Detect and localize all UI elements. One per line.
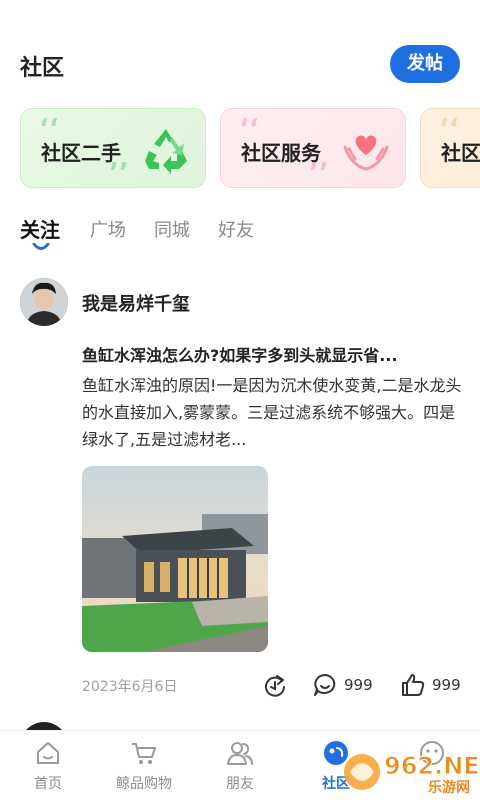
nav-label: 首页 — [34, 776, 62, 792]
quote-mark: ‘‘ — [239, 114, 259, 144]
card-label: 社区二手 — [41, 141, 121, 165]
post-author[interactable]: 我是易烊千玺 — [82, 290, 190, 316]
tab-friends[interactable]: 好友 — [218, 216, 254, 242]
avatar-image — [20, 278, 68, 326]
nav-label: 鲸品购物 — [116, 776, 172, 792]
share-button[interactable] — [262, 672, 288, 698]
house-photo — [82, 466, 268, 652]
nav-label: 朋友 — [226, 776, 254, 792]
avatar[interactable] — [20, 278, 68, 326]
tab-same-city[interactable]: 同城 — [154, 216, 190, 242]
post-button[interactable]: 发帖 — [390, 45, 460, 83]
quote-mark: ’’ — [309, 158, 329, 188]
friends-icon — [227, 742, 253, 765]
watermark-text: 962.NET — [384, 752, 480, 780]
quote-mark: ‘‘ — [39, 114, 59, 144]
card-second-hand[interactable]: ‘‘ ’’ 社区二手 — [20, 108, 206, 188]
recycle-icon — [145, 129, 187, 174]
tab-square[interactable]: 广场 — [90, 216, 126, 242]
watermark-sub: 乐游网 — [428, 779, 470, 796]
quote-mark: ’’ — [109, 158, 129, 188]
site-watermark: 962.NET 乐游网 — [344, 752, 480, 796]
card-community-service[interactable]: ‘‘ ’’ 社区服务 — [220, 108, 406, 188]
card-community-more[interactable]: ‘‘ 社区 — [420, 108, 480, 188]
nav-shopping[interactable]: 鲸品购物 — [96, 739, 192, 793]
tab-following[interactable]: 关注 — [20, 214, 60, 243]
nav-home[interactable]: 首页 — [0, 739, 96, 793]
comment-icon — [314, 674, 336, 696]
tab-indicator — [32, 243, 50, 250]
post-image[interactable] — [82, 466, 268, 652]
like-count: 999 — [432, 676, 461, 694]
card-label: 社区服务 — [241, 141, 321, 165]
share-icon — [265, 675, 285, 697]
comment-button[interactable]: 999 — [312, 672, 373, 698]
thumbs-up-icon — [402, 674, 425, 696]
card-label: 社区 — [441, 141, 480, 165]
like-button[interactable]: 999 — [400, 672, 461, 698]
nav-friends[interactable]: 朋友 — [192, 739, 288, 793]
category-cards: ‘‘ ’’ 社区二手 ‘‘ ’’ 社区服务 ‘‘ 社区 — [0, 108, 480, 190]
comment-count: 999 — [344, 676, 373, 694]
post-body: 鱼缸水浑浊的原因!一是因为沉木使水变黄,二是水龙头的水直接加入,雾蒙蒙。三是过滤… — [82, 376, 462, 449]
quote-mark: ‘‘ — [439, 114, 459, 144]
home-icon — [37, 742, 59, 764]
post-title[interactable]: 鱼缸水浑浊怎么办?如果字多到头就显示省... — [82, 342, 462, 366]
header: 社区 发帖 — [0, 40, 480, 90]
feed-tabs: 关注 广场 同城 好友 — [0, 212, 480, 256]
heart-hands-icon — [343, 135, 389, 171]
post-date: 2023年6月6日 — [82, 679, 178, 695]
page-title: 社区 — [20, 56, 65, 81]
cart-icon — [132, 743, 156, 764]
